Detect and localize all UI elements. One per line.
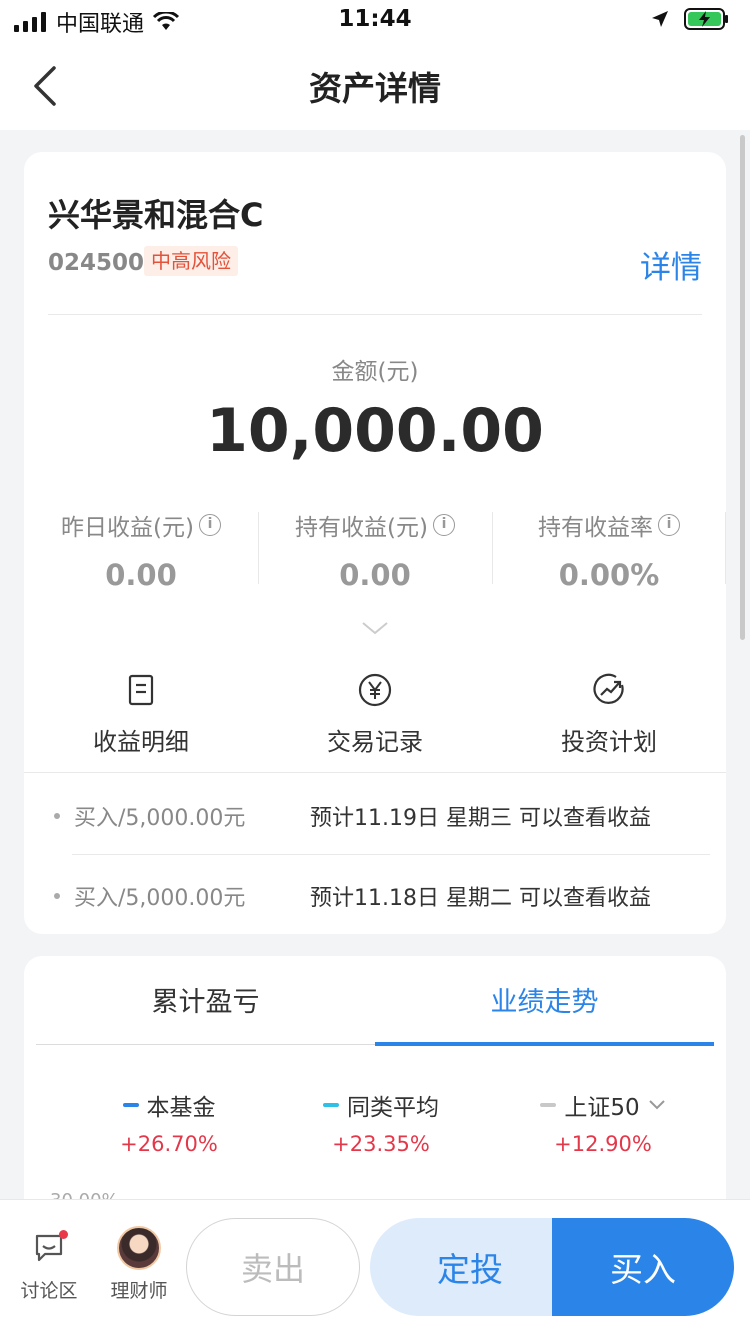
yuan-icon — [358, 673, 392, 707]
fund-code: 024500 — [48, 250, 145, 276]
advisor-avatar — [117, 1226, 161, 1270]
info-icon[interactable]: i — [658, 514, 680, 536]
info-icon[interactable]: i — [432, 514, 455, 536]
legend-marker — [122, 1103, 139, 1107]
bullet — [54, 813, 60, 819]
divider — [72, 854, 710, 855]
stat-value: 0.00 — [339, 558, 411, 592]
transaction-amount: 买入/5,000.00元 — [74, 886, 246, 911]
legend-item-fund[interactable]: 本基金 +26.70% — [52, 1088, 286, 1156]
legend-name: 本基金 — [146, 1095, 216, 1121]
document-icon — [128, 674, 154, 706]
expand-button[interactable] — [361, 620, 389, 640]
risk-badge: 中高风险 — [144, 246, 238, 276]
notification-dot — [59, 1230, 68, 1239]
action-investment-plan[interactable]: 投资计划 — [492, 672, 726, 757]
trend-icon — [593, 673, 624, 704]
nav-bar: 资产详情 — [0, 42, 750, 130]
performance-card: 累计盈亏 业绩走势 本基金 +26.70% 同类平均 +23.35% 上证50 … — [24, 956, 726, 1216]
legend-name: 同类平均 — [347, 1095, 439, 1121]
status-time: 11:44 — [338, 6, 412, 32]
divider — [48, 314, 702, 315]
action-label: 收益明细 — [93, 728, 189, 756]
discussion-label: 讨论区 — [20, 1280, 78, 1302]
chevron-down-icon — [648, 1100, 665, 1110]
stat-holding-profit: 持有收益(元) i 0.00 — [258, 508, 492, 592]
legend-value: +23.35% — [332, 1132, 430, 1156]
stat-value: 0.00 — [105, 558, 177, 592]
stat-divider — [725, 512, 726, 584]
stat-label: 昨日收益(元) — [61, 515, 194, 541]
bullet — [54, 893, 60, 899]
advisor-button[interactable]: 理财师 — [104, 1226, 174, 1303]
info-icon[interactable]: i — [198, 514, 221, 536]
legend-marker — [323, 1103, 339, 1107]
divider — [24, 772, 726, 773]
status-right — [650, 8, 730, 30]
legend-marker — [540, 1103, 557, 1107]
sip-button[interactable]: 定投 — [370, 1218, 570, 1316]
fund-name: 兴华景和混合C — [48, 196, 264, 234]
legend-name: 上证50 — [564, 1095, 640, 1121]
bottom-action-bar: 讨论区 理财师 卖出 定投 买入 — [0, 1199, 750, 1334]
fund-detail-link[interactable]: 详情 — [640, 242, 702, 287]
transaction-row[interactable]: 买入/5,000.00元 预计11.19日 星期三 可以查看收益 — [54, 776, 710, 856]
buy-button[interactable]: 买入 — [552, 1218, 734, 1316]
battery-charging-icon — [684, 8, 728, 30]
page-title: 资产详情 — [309, 69, 441, 108]
action-label: 交易记录 — [327, 728, 423, 756]
status-bar: 中国联通 11:44 — [0, 0, 750, 42]
sell-button[interactable]: 卖出 — [186, 1218, 360, 1316]
tab-active-indicator — [375, 1042, 714, 1046]
legend-value: +26.70% — [120, 1132, 218, 1156]
stat-value: 0.00% — [558, 558, 660, 592]
stat-label: 持有收益(元) — [295, 515, 428, 541]
location-arrow-icon — [652, 11, 668, 27]
legend-item-benchmark[interactable]: 上证50 +12.90% — [486, 1088, 720, 1156]
amount-value: 10,000.00 — [206, 396, 544, 466]
action-trade-records[interactable]: 交易记录 — [258, 672, 492, 757]
action-profit-detail[interactable]: 收益明细 — [24, 672, 258, 757]
action-label: 投资计划 — [561, 728, 657, 756]
stat-holding-rate: 持有收益率 i 0.00% — [492, 508, 726, 592]
stat-yesterday-profit: 昨日收益(元) i 0.00 — [24, 508, 258, 592]
legend-value: +12.90% — [554, 1132, 652, 1156]
chevron-down-icon — [362, 622, 388, 635]
transaction-row[interactable]: 买入/5,000.00元 预计11.18日 星期二 可以查看收益 — [54, 856, 710, 934]
transaction-note: 预计11.19日 星期三 可以查看收益 — [310, 806, 651, 831]
advisor-label: 理财师 — [110, 1280, 168, 1302]
transaction-amount: 买入/5,000.00元 — [74, 806, 246, 831]
scrollbar[interactable] — [740, 135, 745, 640]
asset-card: 兴华景和混合C 024500 中高风险 详情 金额(元) 10,000.00 昨… — [24, 152, 726, 934]
stat-label: 持有收益率 — [538, 515, 653, 541]
amount-label: 金额(元) — [331, 359, 419, 385]
discussion-button[interactable]: 讨论区 — [14, 1226, 84, 1303]
legend-item-peer-average[interactable]: 同类平均 +23.35% — [264, 1088, 498, 1156]
tab-cumulative-pnl[interactable]: 累计盈亏 — [36, 980, 375, 1019]
transaction-note: 预计11.18日 星期二 可以查看收益 — [310, 886, 651, 911]
tab-performance-trend[interactable]: 业绩走势 — [375, 980, 714, 1019]
